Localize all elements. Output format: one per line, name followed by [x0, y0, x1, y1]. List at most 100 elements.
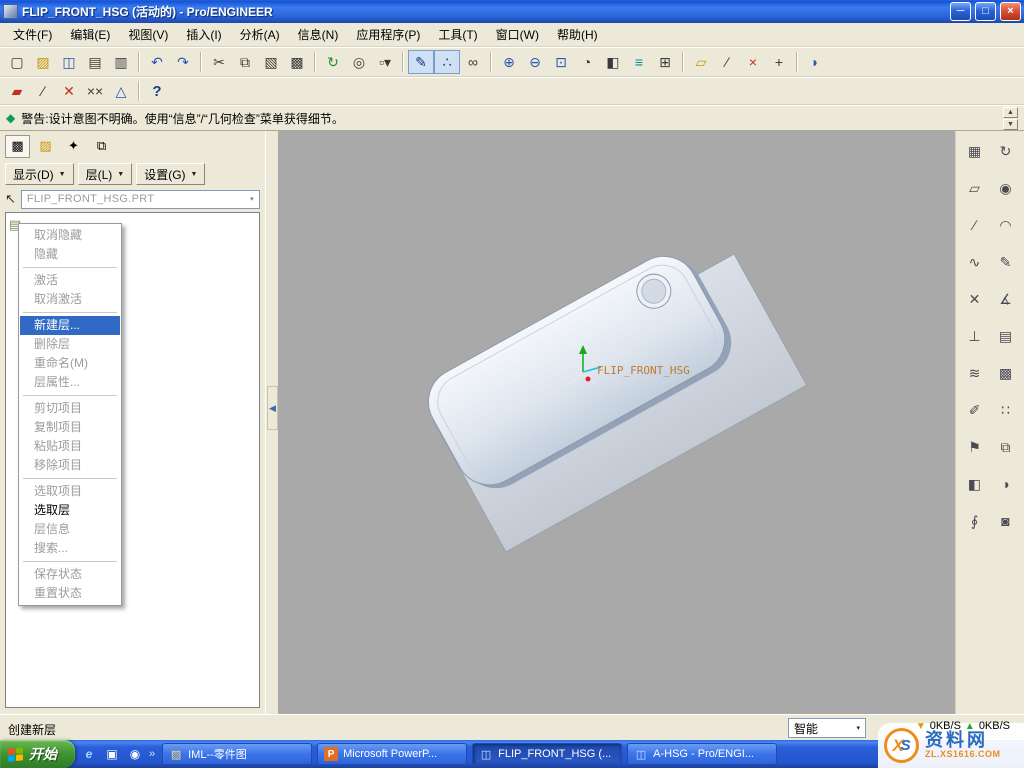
- menu-item-deactivate[interactable]: 取消激活: [20, 290, 120, 309]
- menu-info[interactable]: 信息(N): [289, 23, 348, 46]
- copy-geometry-tool-button[interactable]: ⧉: [993, 435, 1018, 459]
- history-tab[interactable]: ⧉: [89, 135, 114, 158]
- zoom-out-button[interactable]: ⊖: [522, 50, 548, 74]
- saved-views-button[interactable]: ◧: [600, 50, 626, 74]
- grid-snap-tool-button[interactable]: ▩: [993, 361, 1018, 385]
- redo-button[interactable]: ↷: [170, 50, 196, 74]
- menu-help[interactable]: 帮助(H): [548, 23, 607, 46]
- layer-tree-area[interactable]: ▤ 取消隐藏 隐藏 激活 取消激活 新建层... 删除层 重命名(M) 层属性.…: [5, 212, 260, 708]
- paste-button[interactable]: ▧: [258, 50, 284, 74]
- analysis-tool-button[interactable]: ∡: [993, 287, 1018, 311]
- menu-window[interactable]: 窗口(W): [487, 23, 548, 46]
- shaded-view-button[interactable]: ◗: [802, 50, 828, 74]
- duplicate-vertices-button[interactable]: ××: [82, 79, 108, 103]
- ie-quicklaunch-icon[interactable]: e: [80, 745, 98, 763]
- menu-item-search[interactable]: 搜索...: [20, 539, 120, 558]
- sketch-tool-button[interactable]: ✐: [962, 398, 987, 422]
- menu-item-rename[interactable]: 重命名(M): [20, 354, 120, 373]
- snap-references-button[interactable]: ∴: [434, 50, 460, 74]
- extrude-tool-button[interactable]: ◧: [962, 472, 987, 496]
- minimize-button[interactable]: ─: [950, 2, 971, 21]
- menu-item-reset-status[interactable]: 重置状态: [20, 584, 120, 603]
- print-preview-button[interactable]: ▥: [108, 50, 134, 74]
- show-dropdown[interactable]: 显示(D) ▼: [5, 163, 74, 185]
- sketch-region-shade-button[interactable]: ▰: [4, 79, 30, 103]
- datum-points-toggle-button[interactable]: ×: [740, 50, 766, 74]
- context-help-button[interactable]: ?: [144, 79, 170, 103]
- menu-item-paste-items[interactable]: 粘贴项目: [20, 437, 120, 456]
- datum-planes-toggle-button[interactable]: ▱: [688, 50, 714, 74]
- cut-button[interactable]: ✂: [206, 50, 232, 74]
- menu-item-layer-info[interactable]: 层信息: [20, 520, 120, 539]
- shell-tool-button[interactable]: ◙: [993, 509, 1018, 533]
- close-button[interactable]: ×: [1000, 2, 1021, 21]
- menu-item-select-items[interactable]: 选取项目: [20, 482, 120, 501]
- menu-tools[interactable]: 工具(T): [429, 23, 486, 46]
- settings-dropdown[interactable]: 设置(G) ▼: [136, 163, 205, 185]
- save-button[interactable]: ◫: [56, 50, 82, 74]
- reorient-button[interactable]: ◔: [574, 50, 600, 74]
- csys-toggle-button[interactable]: +: [766, 50, 792, 74]
- chain-select-tool-button[interactable]: ≋: [962, 361, 987, 385]
- overlapping-geometry-button[interactable]: ✕: [56, 79, 82, 103]
- highlight-open-ends-button[interactable]: ∕: [30, 79, 56, 103]
- task-button-flip-front-hsg[interactable]: ◫ FLIP_FRONT_HSG (...: [472, 743, 622, 765]
- refit-button[interactable]: ⊡: [548, 50, 574, 74]
- menu-insert[interactable]: 插入(I): [177, 23, 230, 46]
- graphics-viewport[interactable]: FLIP_FRONT_HSG: [278, 131, 955, 714]
- coordinate-system-tool-button[interactable]: ⊥: [962, 324, 987, 348]
- menu-applications[interactable]: 应用程序(P): [347, 23, 429, 46]
- task-button-iml-folder[interactable]: ▨ IML--零件图: [162, 743, 312, 765]
- appearance-palette-button[interactable]: ▦: [962, 139, 987, 163]
- open-file-button[interactable]: ▨: [30, 50, 56, 74]
- menu-item-unhide[interactable]: 取消隐藏: [20, 226, 120, 245]
- surface-tool-button[interactable]: ◠: [993, 213, 1018, 237]
- task-button-a-hsg[interactable]: ◫ A-HSG - Pro/ENGI...: [627, 743, 777, 765]
- flag-note-tool-button[interactable]: ⚑: [962, 435, 987, 459]
- selection-filter-button[interactable]: ▫▾: [372, 50, 398, 74]
- graph-tool-button[interactable]: ▤: [993, 324, 1018, 348]
- menu-analysis[interactable]: 分析(A): [231, 23, 289, 46]
- menu-item-cut-items[interactable]: 剪切项目: [20, 399, 120, 418]
- quicklaunch-overflow-chevron[interactable]: »: [149, 748, 155, 760]
- selection-filter-combo[interactable]: 智能 ▾: [788, 718, 866, 738]
- sweep-tool-button[interactable]: ∮: [962, 509, 987, 533]
- zoom-in-button[interactable]: ⊕: [496, 50, 522, 74]
- new-file-button[interactable]: ▢: [4, 50, 30, 74]
- datum-plane-tool-button[interactable]: ▱: [962, 176, 987, 200]
- active-model-combo[interactable]: FLIP_FRONT_HSG.PRT ▾: [21, 190, 260, 209]
- layers-button[interactable]: ≡: [626, 50, 652, 74]
- sketched-curve-tool-button[interactable]: ✎: [993, 250, 1018, 274]
- panel-splitter[interactable]: ◀: [265, 131, 278, 714]
- 3d-scene[interactable]: FLIP_FRONT_HSG: [278, 131, 955, 714]
- model-tree-tab[interactable]: ▩: [5, 135, 30, 158]
- feature-requirements-button[interactable]: △: [108, 79, 134, 103]
- menu-item-copy-items[interactable]: 复制项目: [20, 418, 120, 437]
- datum-curve-tool-button[interactable]: ∿: [962, 250, 987, 274]
- layer-dropdown[interactable]: 层(L) ▼: [78, 163, 133, 185]
- menu-item-save-status[interactable]: 保存状态: [20, 565, 120, 584]
- view-manager-button[interactable]: ⊞: [652, 50, 678, 74]
- menu-item-remove-items[interactable]: 移除项目: [20, 456, 120, 475]
- menu-item-layer-properties[interactable]: 层属性...: [20, 373, 120, 392]
- datum-axis-tool-button[interactable]: ∕: [962, 213, 987, 237]
- favorites-tab[interactable]: ✦: [61, 135, 86, 158]
- copy-button[interactable]: ⧉: [232, 50, 258, 74]
- message-scroll-up-button[interactable]: ▲: [1003, 107, 1018, 118]
- collapse-panel-button[interactable]: ◀: [267, 386, 278, 430]
- show-desktop-quicklaunch-icon[interactable]: ▣: [103, 745, 121, 763]
- verify-button[interactable]: ∞: [460, 50, 486, 74]
- undo-button[interactable]: ↶: [144, 50, 170, 74]
- revolve-tool-button[interactable]: ◑: [993, 472, 1018, 496]
- sketcher-display-button[interactable]: ✎: [408, 50, 434, 74]
- paste-special-button[interactable]: ▩: [284, 50, 310, 74]
- media-quicklaunch-icon[interactable]: ◉: [126, 745, 144, 763]
- print-button[interactable]: ▤: [82, 50, 108, 74]
- folder-browser-tab[interactable]: ▨: [33, 135, 58, 158]
- menu-item-delete-layer[interactable]: 删除层: [20, 335, 120, 354]
- maximize-button[interactable]: □: [975, 2, 996, 21]
- start-button[interactable]: 开始: [0, 740, 75, 768]
- menu-item-new-layer[interactable]: 新建层...: [20, 316, 120, 335]
- point-array-tool-button[interactable]: ∷: [993, 398, 1018, 422]
- reorient-view-button[interactable]: ↻: [993, 139, 1018, 163]
